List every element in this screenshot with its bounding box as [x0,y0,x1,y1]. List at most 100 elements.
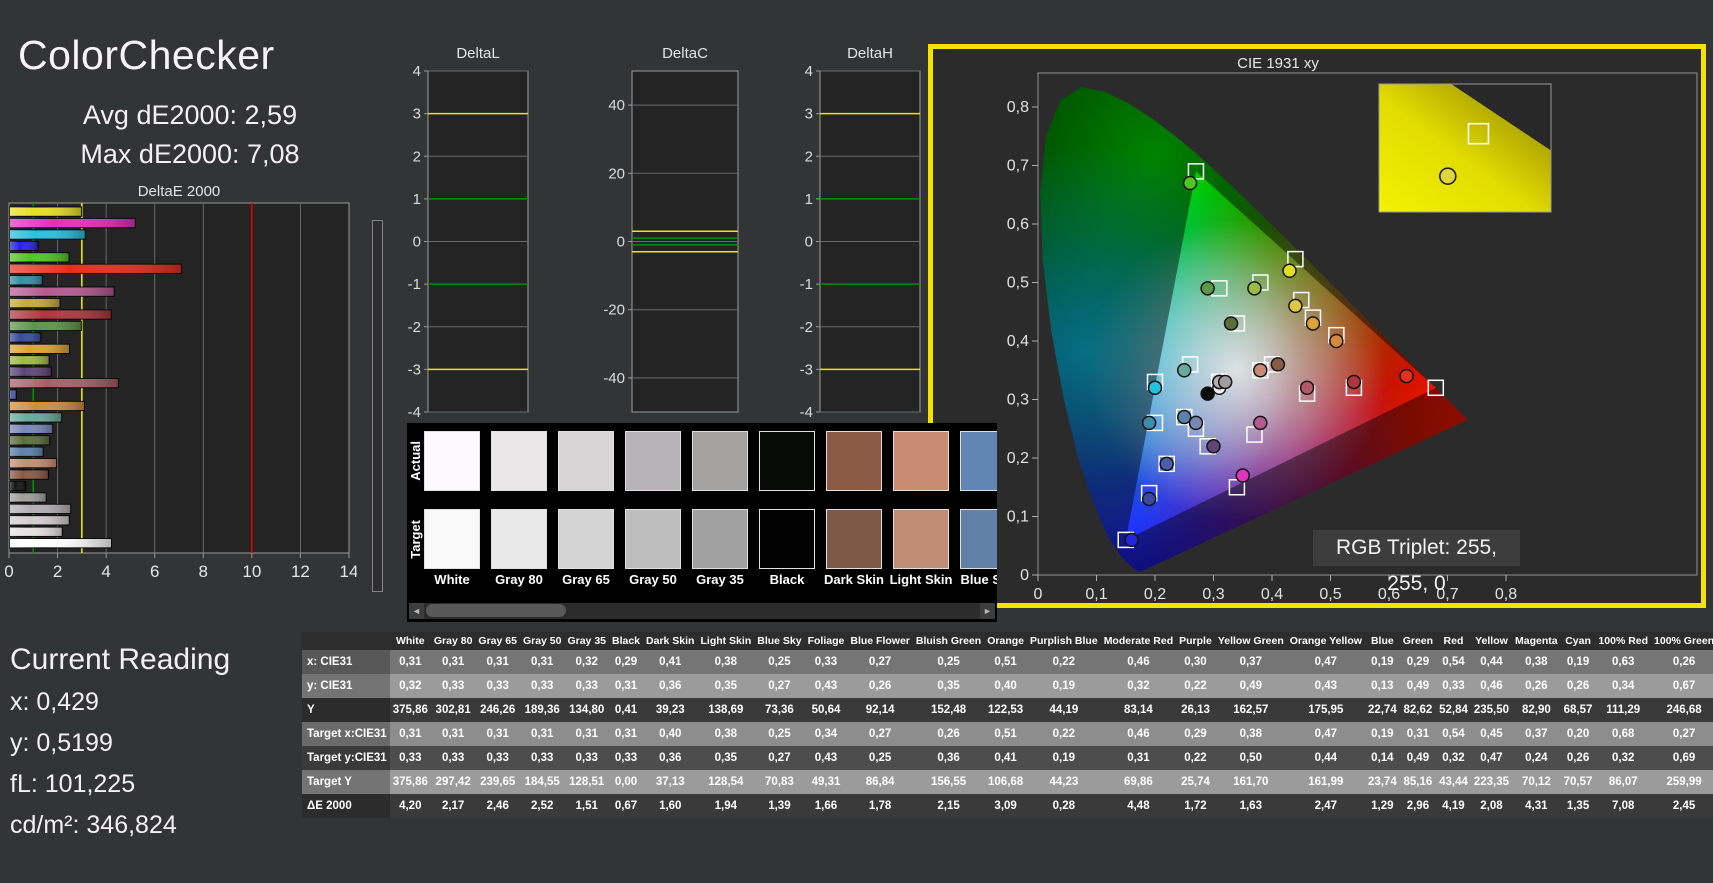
deltah-chart: 4 3 2 1 0 -1 -2 -3 -4 [800,63,921,421]
table-cell: 239,65 [480,776,516,788]
swatch-target-gray-80[interactable] [491,509,547,569]
table-cell: 1,66 [814,800,838,812]
table-cell: 0,35 [714,752,738,764]
current-reading-x: x: 0,429 [10,688,99,716]
measured-point [1305,316,1321,331]
swatch-target-black[interactable] [759,509,815,569]
table-cell: 0,25 [768,656,791,668]
swatch-actual-gray-50[interactable] [625,431,681,491]
swatch-target-gray-50[interactable] [625,509,681,569]
table-cell: 0,32 [575,656,598,668]
measured-point [1182,175,1198,191]
swatch-target-white[interactable] [424,509,480,569]
measured-point [1159,456,1174,472]
table-cell: 0,46 [1480,680,1503,692]
table-cell: 70,57 [1563,776,1593,788]
table-cell: 0,49 [1406,752,1430,764]
table-cell: 44,19 [1049,704,1079,716]
column-header: Gray 80 [430,632,476,650]
table-cell: 0,49 [1239,680,1262,692]
swatch-target-dark-skin[interactable] [826,509,882,569]
scroll-right-button[interactable]: ► [980,603,995,619]
table-cell: 0,31 [575,728,598,740]
svg-text:0: 0 [805,234,813,251]
table-cell: 259,99 [1666,776,1702,788]
column-header: Blue Sky [754,632,805,650]
table-row: Target Y 375,86 297,42 239,65 184,55 128,51 0,… [302,770,1713,794]
svg-text:14: 14 [340,562,357,581]
table-cell: 1,51 [575,800,598,812]
swatch-label: White [434,572,470,587]
column-header: Gray 65 [475,632,520,650]
swatch-actual-black[interactable] [759,431,815,491]
table-cell: 0,19 [1052,680,1076,692]
table-cell: 0,22 [1052,728,1076,740]
column-header: Light Skin [697,632,755,650]
row-label: x: CIE31 [302,650,390,674]
table-cell: 0,36 [937,752,960,764]
measured-point [1288,298,1303,314]
table-cell: 0,45 [1480,728,1503,740]
swatch-actual-gray-80[interactable] [491,431,547,491]
scroll-thumb[interactable] [426,604,566,617]
swatch-actual-white[interactable] [424,431,480,491]
table-cell: 161,99 [1308,776,1344,788]
svg-text:1: 1 [413,191,421,208]
column-header: Purplish Blue [1027,632,1101,650]
table-cell: 49,31 [811,776,841,788]
table-cell: 0,30 [1184,656,1207,668]
table-cell: 0,33 [486,680,509,692]
svg-text:-2: -2 [408,319,421,336]
table-cell: 1,78 [868,800,892,812]
swatch-target-blue-sky[interactable] [960,509,997,569]
table-cell: 0,67 [614,800,638,812]
column-header: White [389,632,431,650]
column-header: 100% Red [1595,632,1652,650]
table-cell: 2,08 [1480,800,1503,812]
swatch-target-gray-65[interactable] [558,509,614,569]
scroll-left-button[interactable]: ◄ [409,603,424,619]
table-cell: 73,36 [765,704,794,716]
swatch-actual-gray-35[interactable] [692,431,748,491]
svg-text:0,5: 0,5 [1007,275,1029,292]
swatch-comparison-panel: Actual Target White Gray 80 Gray 65 Gray 50… [407,423,997,622]
table-cell: 0,27 [868,728,892,740]
current-reading-y: y: 0,5199 [10,729,113,757]
svg-text:0,1: 0,1 [1007,509,1029,526]
swatch-actual-blue-sky[interactable] [960,431,997,491]
table-cell: 0,33 [1442,680,1465,692]
swatch-target-gray-35[interactable] [692,509,748,569]
column-header: Magenta [1512,632,1561,650]
swatch-actual-dark-skin[interactable] [826,431,882,491]
svg-text:0,5: 0,5 [1319,586,1341,603]
table-cell: 1,72 [1184,800,1207,812]
table-cell: 0,19 [1371,656,1394,668]
table-cell: 0,41 [994,752,1017,764]
swatch-actual-light-skin[interactable] [893,431,949,491]
table-cell: 0,22 [1184,752,1207,764]
table-cell: 0,19 [1566,656,1590,668]
swatch-label: Blue Sky [960,572,997,587]
svg-text:4: 4 [101,562,110,581]
table-cell: 0,22 [1052,656,1076,668]
table-cell: 0,31 [1127,752,1150,764]
current-reading-cdm2: cd/m²: 346,824 [10,811,177,839]
row-label: Target y:CIE31 [302,746,390,770]
max-de2000-readout: Max dE2000: 7,08 [80,139,300,169]
table-cell: 70,83 [765,776,794,788]
table-cell: 4,48 [1127,800,1150,812]
measured-point [1399,368,1414,384]
swatch-actual-gray-65[interactable] [558,431,614,491]
table-cell: 0,35 [714,680,738,692]
table-cell: 184,55 [524,776,560,788]
svg-text:0,2: 0,2 [1007,450,1029,467]
table-cell: 0,31 [614,728,638,740]
table-cell: 122,53 [988,704,1024,716]
measured-point [1253,415,1268,431]
actual-row-label: Actual [407,441,423,481]
table-cell: 82,90 [1521,704,1551,716]
swatch-scrollbar[interactable]: ◄ ► [409,603,995,619]
vertical-scroll-strip[interactable] [372,220,383,592]
table-cell: 0,29 [1406,656,1430,668]
swatch-target-light-skin[interactable] [893,509,949,569]
